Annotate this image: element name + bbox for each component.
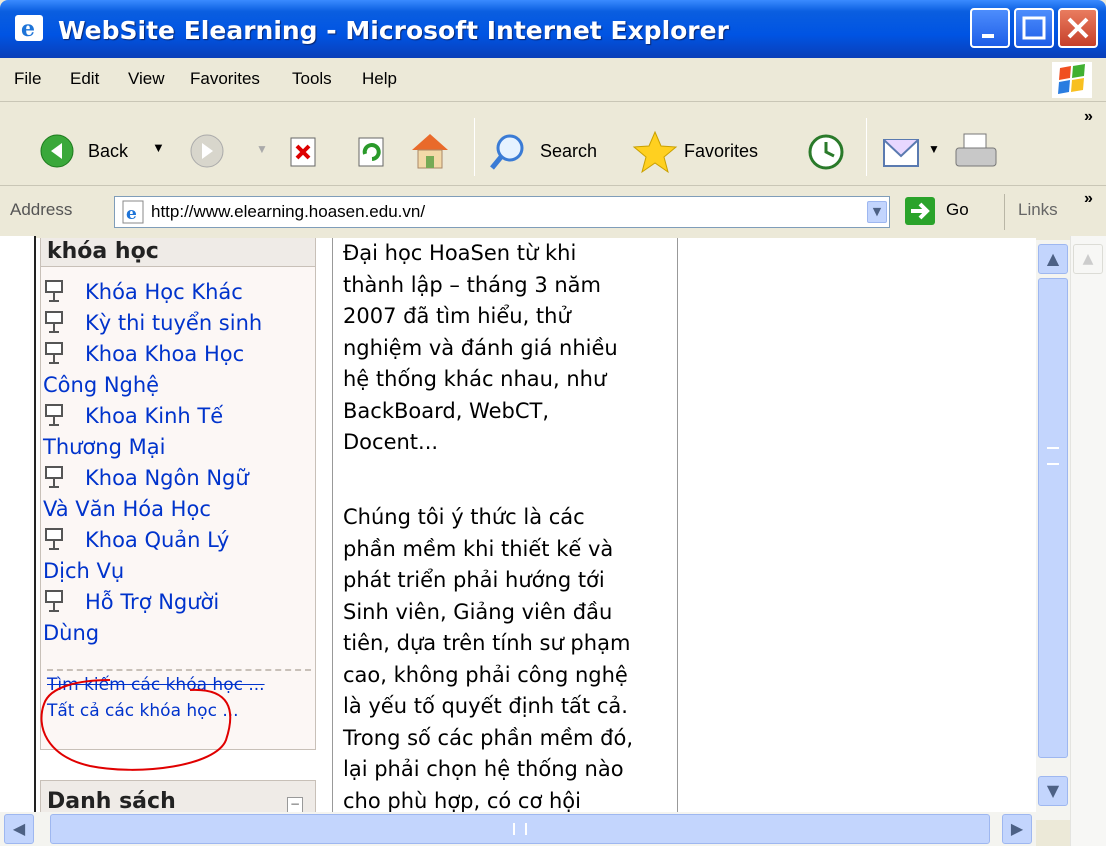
course-icon: [45, 590, 63, 612]
links-overflow-icon[interactable]: »: [1084, 190, 1093, 208]
horizontal-scroll-thumb[interactable]: [50, 814, 990, 844]
go-button[interactable]: Go: [946, 200, 969, 220]
window-left-edge: [0, 236, 36, 846]
back-button-label[interactable]: Back: [88, 141, 128, 162]
back-icon[interactable]: [40, 134, 74, 168]
course-icon: [45, 466, 63, 488]
refresh-icon[interactable]: [356, 136, 388, 168]
toolbar: Back ▼ ▼ Search Favorites ▼ »: [0, 104, 1106, 186]
page-content: khóa học Khóa Học Khác Kỳ thi tuyển sinh…: [36, 238, 1036, 818]
menu-bar: File Edit View Favorites Tools Help: [0, 58, 1106, 102]
menu-view[interactable]: View: [128, 69, 165, 89]
scroll-left-button[interactable]: ◀: [4, 814, 34, 844]
browser-window: e WebSite Elearning - Microsoft Internet…: [0, 0, 1106, 846]
links-label[interactable]: Links: [1018, 200, 1058, 220]
course-link[interactable]: Khoa Ngôn Ngữ Và Văn Hóa Học: [43, 463, 313, 525]
go-arrow-icon[interactable]: [904, 196, 936, 226]
svg-text:e: e: [126, 204, 137, 224]
forward-icon[interactable]: [190, 134, 224, 168]
address-input[interactable]: e http://www.elearning.hoasen.edu.vn/ ▼: [114, 196, 890, 228]
minimize-button[interactable]: [970, 8, 1010, 48]
main-text-column: Đại học HoaSen từ khi thành lập – tháng 3…: [332, 238, 678, 818]
address-dropdown-icon[interactable]: ▼: [867, 201, 887, 223]
menu-tools[interactable]: Tools: [292, 69, 332, 89]
toolbar-separator: [866, 118, 867, 176]
page-icon: e: [122, 200, 144, 224]
menu-favorites[interactable]: Favorites: [190, 69, 260, 89]
list-block-title: Danh sách: [47, 789, 176, 814]
mail-dropdown-icon[interactable]: ▼: [928, 142, 940, 156]
print-icon[interactable]: [954, 132, 998, 172]
title-bar[interactable]: e WebSite Elearning - Microsoft Internet…: [0, 0, 1106, 58]
course-link[interactable]: Kỳ thi tuyển sinh: [43, 308, 313, 339]
toolbar-separator: [474, 118, 475, 176]
course-link[interactable]: Khoa Khoa Học Công Nghệ: [43, 339, 313, 401]
maximize-button[interactable]: [1014, 8, 1054, 48]
svg-text:e: e: [21, 16, 35, 42]
thumb-grip-icon: [1047, 447, 1059, 465]
menu-file[interactable]: File: [14, 69, 41, 89]
search-button-label[interactable]: Search: [540, 141, 597, 162]
stop-icon[interactable]: [288, 136, 320, 168]
home-icon[interactable]: [408, 130, 452, 170]
course-icon: [45, 342, 63, 364]
windows-logo-icon: [1052, 62, 1092, 98]
vertical-scroll-thumb[interactable]: [1038, 278, 1068, 758]
course-link[interactable]: Khóa Học Khác: [43, 277, 313, 308]
course-icon: [45, 528, 63, 550]
course-link[interactable]: Khoa Quản Lý Dịch Vụ: [43, 525, 313, 587]
favorites-star-icon[interactable]: [632, 130, 678, 174]
forward-dropdown-icon[interactable]: ▼: [256, 142, 268, 156]
menu-help[interactable]: Help: [362, 69, 397, 89]
collapse-icon[interactable]: −: [287, 797, 303, 813]
ie-icon: e: [15, 15, 43, 42]
toolbar-overflow-icon[interactable]: »: [1084, 108, 1093, 126]
course-link[interactable]: Khoa Kinh Tế Thương Mại: [43, 401, 313, 463]
outer-scroll-up-icon: ▲: [1073, 244, 1103, 274]
course-link[interactable]: Hỗ Trợ Người Dùng: [43, 587, 313, 649]
close-button[interactable]: [1058, 8, 1098, 48]
history-icon[interactable]: [806, 132, 846, 172]
window-title: WebSite Elearning - Microsoft Internet E…: [58, 16, 729, 45]
mail-icon[interactable]: [880, 132, 924, 172]
course-icon: [45, 311, 63, 333]
scroll-up-button[interactable]: ▲: [1038, 244, 1068, 274]
course-icon: [45, 280, 63, 302]
favorites-button-label[interactable]: Favorites: [684, 141, 758, 162]
search-icon[interactable]: [488, 132, 528, 172]
course-icon: [45, 404, 63, 426]
courses-block-title: khóa học: [47, 239, 159, 264]
red-annotation-circle: [40, 679, 232, 771]
courses-block-header: khóa học: [41, 238, 315, 267]
address-label: Address: [10, 200, 73, 219]
outer-scrollbar: ▲: [1070, 236, 1106, 846]
close-icon: [1067, 17, 1089, 39]
back-dropdown-icon[interactable]: ▼: [152, 140, 165, 155]
address-separator: [1004, 194, 1005, 230]
menu-edit[interactable]: Edit: [70, 69, 99, 89]
scroll-right-button[interactable]: ▶: [1002, 814, 1032, 844]
thumb-grip-icon: [513, 823, 527, 835]
scroll-down-button[interactable]: ▼: [1038, 776, 1068, 806]
body-paragraph: Chúng tôi ý thức là các phần mềm khi thiế…: [343, 505, 634, 813]
intro-paragraph: Đại học HoaSen từ khi thành lập – tháng 3…: [343, 241, 618, 454]
address-url: http://www.elearning.hoasen.edu.vn/: [151, 202, 426, 221]
